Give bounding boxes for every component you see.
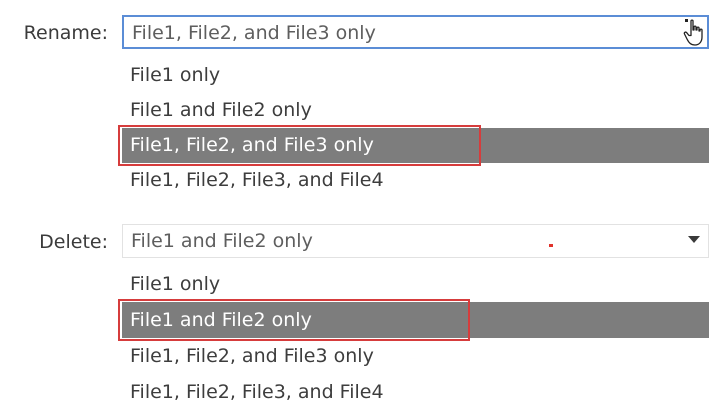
red-mark (549, 244, 553, 247)
rename-label: Rename: (23, 22, 108, 44)
rename-option-file1-file2-file3[interactable]: File1, File2, and File3 only (118, 125, 709, 166)
rename-dropdown-value: File1, File2, and File3 only (132, 22, 376, 44)
chevron-down-icon[interactable] (688, 236, 700, 243)
delete-dropdown-value: File1 and File2 only (131, 230, 313, 252)
rename-option-file1-only[interactable]: File1 only (122, 58, 709, 93)
rename-options-list: File1 only File1 and File2 only File1, F… (118, 58, 709, 198)
rename-dropdown[interactable]: File1, File2, and File3 only (122, 15, 709, 49)
delete-label: Delete: (39, 231, 108, 253)
delete-dropdown[interactable]: File1 and File2 only (122, 224, 709, 258)
delete-options-list: File1 only File1 and File2 only File1, F… (118, 266, 709, 410)
delete-option-file1-file2[interactable]: File1 and File2 only (118, 299, 709, 341)
hand-pointer-icon (683, 19, 705, 51)
rename-option-all-files[interactable]: File1, File2, File3, and File4 (122, 163, 709, 198)
delete-option-file1-only[interactable]: File1 only (122, 266, 709, 302)
delete-option-file1-file2-file3[interactable]: File1, File2, and File3 only (122, 338, 709, 374)
rename-option-file1-file2[interactable]: File1 and File2 only (122, 93, 709, 128)
